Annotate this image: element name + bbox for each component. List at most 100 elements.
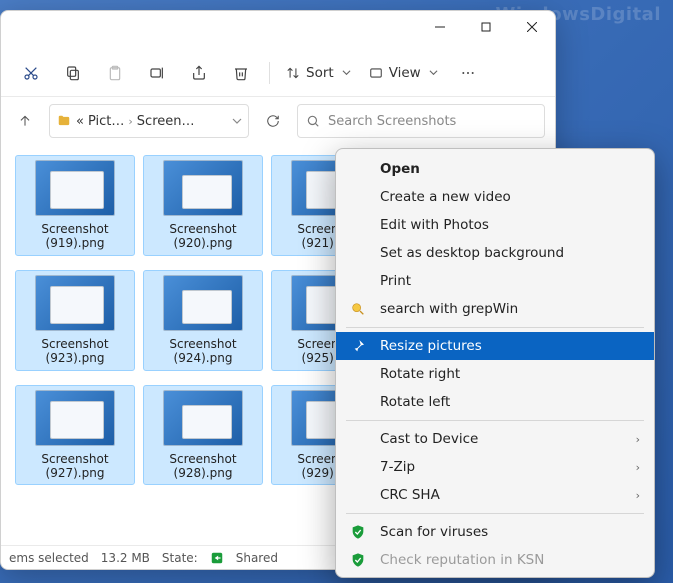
- refresh-button[interactable]: [259, 107, 287, 135]
- rename-button[interactable]: [137, 55, 177, 91]
- status-selected: ems selected: [9, 551, 89, 565]
- shield-green-icon: [350, 523, 374, 541]
- context-menu[interactable]: Open Create a new video Edit with Photos Se…: [335, 148, 655, 578]
- blank-icon: [350, 188, 374, 206]
- menu-item[interactable]: Print: [336, 267, 654, 295]
- menu-item[interactable]: Create a new video: [336, 183, 654, 211]
- file-thumbnail: [163, 390, 243, 446]
- share-button[interactable]: [179, 55, 219, 91]
- blank-icon: [350, 458, 374, 476]
- sort-dropdown[interactable]: Sort: [278, 55, 359, 91]
- chevron-right-icon: ›: [636, 489, 640, 502]
- menu-item[interactable]: Rotate left: [336, 388, 654, 416]
- menu-item[interactable]: Cast to Device›: [336, 425, 654, 453]
- chevron-down-icon: [429, 68, 438, 77]
- blank-icon: [350, 160, 374, 178]
- command-bar: Sort View: [1, 49, 555, 97]
- shared-icon: [210, 551, 224, 565]
- search-icon: [306, 114, 320, 128]
- file-item[interactable]: Screenshot (928).png: [143, 385, 263, 486]
- titlebar: [1, 11, 555, 49]
- maximize-button[interactable]: [463, 11, 509, 43]
- blank-icon: [350, 272, 374, 290]
- file-thumbnail: [163, 160, 243, 216]
- menu-item[interactable]: search with grepWin: [336, 295, 654, 323]
- menu-item[interactable]: CRC SHA›: [336, 481, 654, 509]
- menu-item[interactable]: Edit with Photos: [336, 211, 654, 239]
- breadcrumb-sep: «: [76, 114, 84, 129]
- address-bar-row: « Pict… › Screen…: [1, 97, 555, 145]
- menu-item[interactable]: Resize pictures: [336, 332, 654, 360]
- status-state-value: Shared: [236, 551, 278, 565]
- file-item[interactable]: Screenshot (920).png: [143, 155, 263, 256]
- menu-item[interactable]: Rotate right: [336, 360, 654, 388]
- breadcrumb-seg2[interactable]: Screen…: [137, 114, 195, 129]
- file-label: Screenshot (924).png: [148, 337, 258, 366]
- blank-icon: [350, 216, 374, 234]
- sort-label: Sort: [306, 65, 334, 81]
- menu-item-label: Resize pictures: [374, 338, 640, 354]
- menu-item[interactable]: Scan for viruses: [336, 518, 654, 546]
- menu-separator: [346, 513, 644, 514]
- blank-icon: [350, 393, 374, 411]
- menu-item-label: Rotate right: [374, 366, 640, 382]
- blank-icon: [350, 244, 374, 262]
- blank-icon: [350, 430, 374, 448]
- close-button[interactable]: [509, 11, 555, 43]
- breadcrumb-dropdown[interactable]: [232, 116, 242, 126]
- file-thumbnail: [163, 275, 243, 331]
- file-thumbnail: [35, 275, 115, 331]
- blank-icon: [350, 365, 374, 383]
- search-input[interactable]: [328, 114, 536, 129]
- file-thumbnail: [35, 390, 115, 446]
- menu-item-label: Cast to Device: [374, 431, 636, 447]
- status-state-label: State:: [162, 551, 198, 565]
- breadcrumb[interactable]: « Pict… › Screen…: [49, 104, 249, 138]
- menu-item: Check reputation in KSN: [336, 546, 654, 574]
- menu-item-label: Create a new video: [374, 189, 640, 205]
- folder-icon: [56, 114, 72, 128]
- menu-item-label: Print: [374, 273, 640, 289]
- shield-green-icon: [350, 551, 374, 569]
- minimize-button[interactable]: [417, 11, 463, 43]
- menu-item-label: Rotate left: [374, 394, 640, 410]
- file-label: Screenshot (920).png: [148, 222, 258, 251]
- file-item[interactable]: Screenshot (924).png: [143, 270, 263, 371]
- search-box[interactable]: [297, 104, 545, 138]
- view-dropdown[interactable]: View: [361, 55, 446, 91]
- copy-button[interactable]: [53, 55, 93, 91]
- file-thumbnail: [35, 160, 115, 216]
- chevron-down-icon: [342, 68, 351, 77]
- menu-separator: [346, 327, 644, 328]
- menu-item-label: Scan for viruses: [374, 524, 640, 540]
- more-button[interactable]: [448, 55, 488, 91]
- menu-item-label: Set as desktop background: [374, 245, 640, 261]
- paste-button[interactable]: [95, 55, 135, 91]
- menu-item-label: Open: [374, 161, 640, 177]
- up-button[interactable]: [11, 107, 39, 135]
- breadcrumb-seg1[interactable]: Pict…: [88, 114, 124, 129]
- menu-item-label: search with grepWin: [374, 301, 640, 317]
- delete-button[interactable]: [221, 55, 261, 91]
- menu-item-label: 7-Zip: [374, 459, 636, 475]
- file-label: Screenshot (919).png: [20, 222, 130, 251]
- menu-item[interactable]: Open: [336, 155, 654, 183]
- toolbar-separator: [269, 62, 270, 84]
- menu-item[interactable]: 7-Zip›: [336, 453, 654, 481]
- file-item[interactable]: Screenshot (923).png: [15, 270, 135, 371]
- menu-item[interactable]: Set as desktop background: [336, 239, 654, 267]
- menu-item-label: CRC SHA: [374, 487, 636, 503]
- status-size: 13.2 MB: [101, 551, 150, 565]
- file-item[interactable]: Screenshot (919).png: [15, 155, 135, 256]
- search-gold-icon: [350, 300, 374, 318]
- chevron-right-icon: ›: [636, 461, 640, 474]
- chevron-right-icon: ›: [636, 433, 640, 446]
- chevron-right-icon: ›: [128, 115, 132, 128]
- menu-item-label: Check reputation in KSN: [374, 552, 640, 568]
- cut-button[interactable]: [11, 55, 51, 91]
- menu-item-label: Edit with Photos: [374, 217, 640, 233]
- pin-blue-icon: [350, 337, 374, 355]
- menu-separator: [346, 420, 644, 421]
- file-label: Screenshot (928).png: [148, 452, 258, 481]
- file-item[interactable]: Screenshot (927).png: [15, 385, 135, 486]
